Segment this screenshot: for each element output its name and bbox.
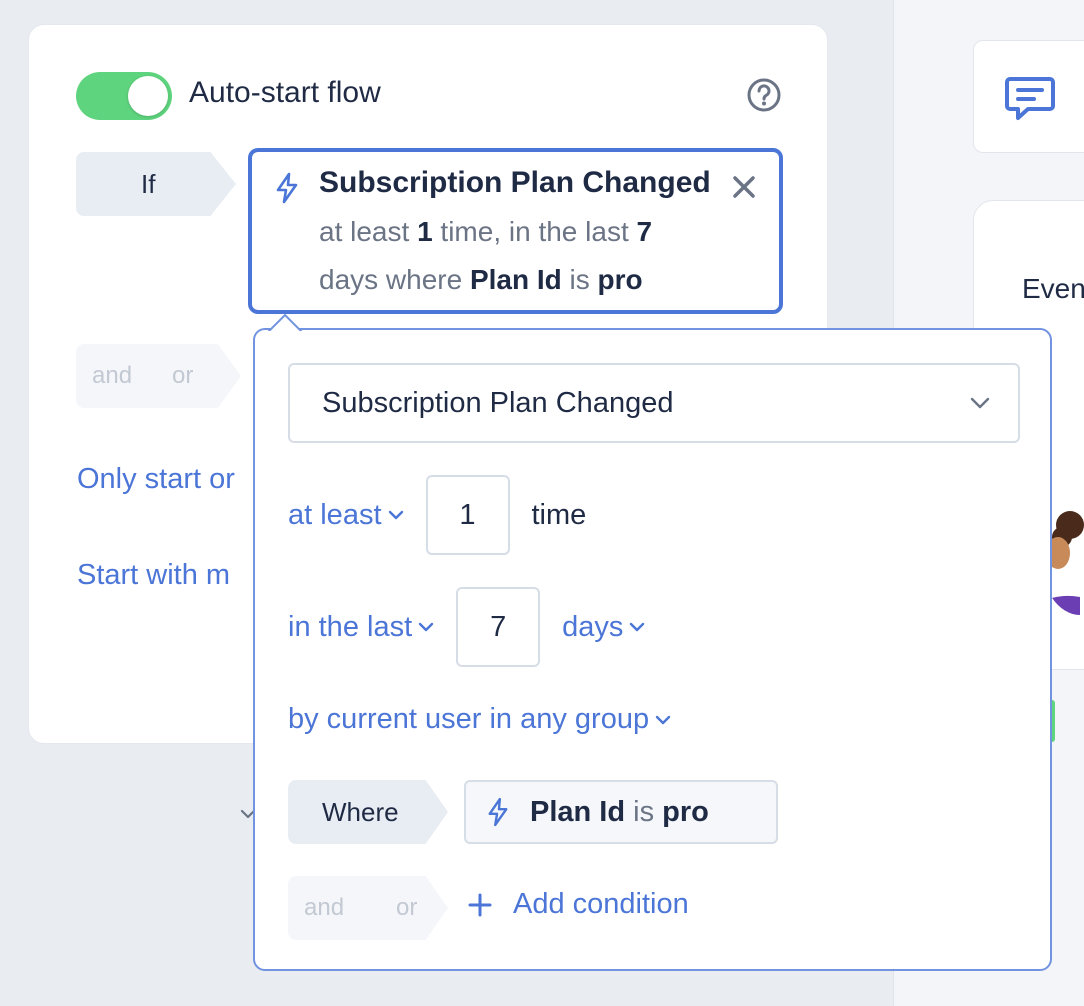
stage: Even Auto-start flow If Subscription Pla… [0, 0, 1084, 1006]
toggle-knob [128, 76, 168, 116]
condition-editor-popover: Subscription Plan Changed at least 1 tim… [253, 328, 1052, 971]
condition-title: Subscription Plan Changed [319, 166, 711, 199]
and-option[interactable]: and [92, 362, 132, 390]
event-select-value: Subscription Plan Changed [322, 386, 674, 419]
event-card-text: Even [1022, 273, 1084, 304]
condition-summary-line-2: days where Plan Id is pro [319, 264, 643, 295]
window-input[interactable]: 7 [456, 587, 541, 667]
where-label: Where [322, 796, 399, 827]
message-card[interactable] [973, 40, 1084, 153]
chevron-down-icon [418, 622, 434, 632]
add-condition-label: Add condition [513, 888, 689, 920]
and-or-selector[interactable]: and or [76, 344, 241, 408]
condition-summary-line-1: at least 1 time, in the last 7 [319, 216, 653, 247]
and-option[interactable]: and [304, 894, 344, 922]
auto-start-toggle[interactable] [76, 72, 172, 120]
or-option[interactable]: or [172, 362, 193, 390]
scope-row: by current user in any group [288, 703, 671, 736]
auto-start-label: Auto-start flow [189, 76, 381, 109]
plus-icon [468, 893, 492, 916]
count-unit: time [531, 498, 587, 531]
chevron-down-icon [970, 397, 990, 409]
question-circle-icon[interactable] [745, 76, 783, 114]
where-tag: Where [288, 780, 448, 844]
if-label: If [141, 168, 156, 199]
window-unit-dropdown[interactable]: days [562, 611, 645, 644]
count-input[interactable]: 1 [425, 475, 510, 555]
scope-dropdown[interactable]: by current user in any group [288, 703, 671, 736]
popover-pointer [268, 313, 302, 333]
frequency-dropdown[interactable]: at least [288, 499, 404, 532]
lightning-icon [488, 797, 508, 827]
frequency-row: at least 1 time [288, 475, 586, 555]
close-icon[interactable] [731, 174, 757, 200]
property-condition[interactable]: Plan Id is pro [464, 780, 778, 844]
chevron-down-icon [630, 622, 645, 632]
chevron-down-icon [388, 510, 403, 520]
trigger-condition[interactable]: Subscription Plan Changed at least 1 tim… [248, 148, 783, 314]
property-condition-text: Plan Id is pro [530, 795, 709, 828]
chat-bubble-icon [1005, 77, 1055, 120]
window-dropdown[interactable]: in the last [288, 611, 434, 644]
or-option[interactable]: or [396, 894, 417, 922]
start-with-link[interactable]: Start with m [77, 559, 230, 592]
event-select[interactable]: Subscription Plan Changed [288, 363, 1020, 443]
add-condition-button[interactable]: Add condition [467, 888, 689, 921]
and-or-selector[interactable]: and or [288, 876, 448, 940]
lightning-icon [276, 172, 298, 204]
chevron-down-icon [655, 715, 671, 724]
if-tag: If [76, 152, 236, 216]
only-start-link[interactable]: Only start or [77, 463, 235, 496]
window-row: in the last 7 days [288, 587, 645, 667]
